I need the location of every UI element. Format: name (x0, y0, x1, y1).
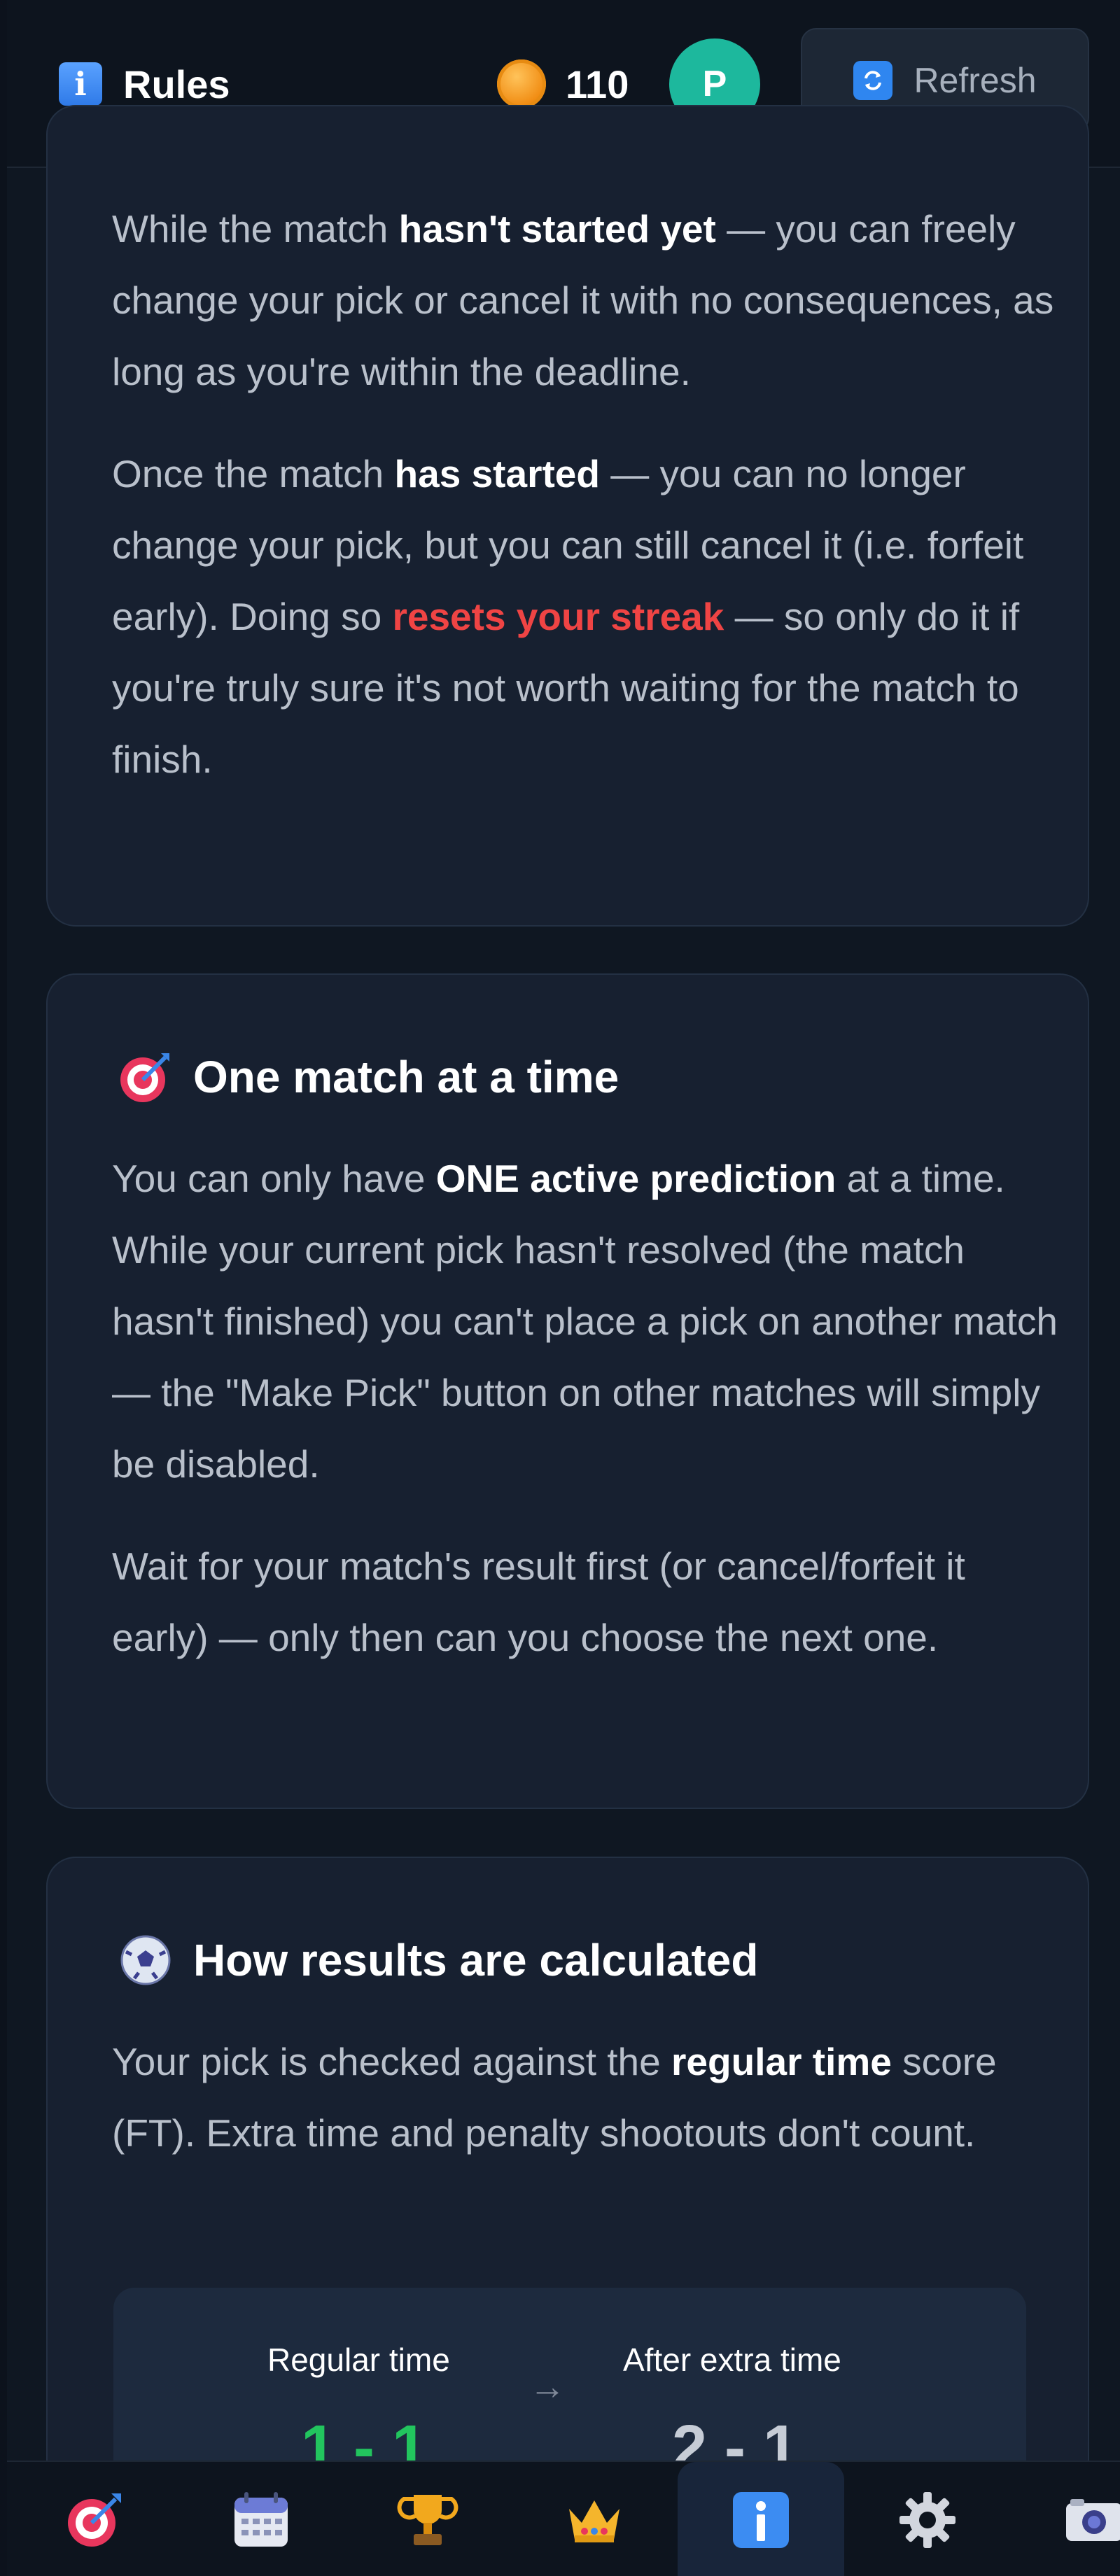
info-icon: i (59, 62, 102, 106)
rules-card-changing-pick: While the match hasn't started yet — you… (46, 105, 1089, 927)
nav-camera[interactable] (1011, 2462, 1120, 2576)
refresh-icon (853, 61, 893, 100)
rules-card-one-match: One match at a time You can only have ON… (46, 973, 1089, 1809)
crown-icon (564, 2489, 625, 2551)
gear-icon (897, 2489, 958, 2551)
nav-calendar[interactable] (178, 2462, 344, 2576)
nav-rules[interactable] (678, 2462, 844, 2576)
coin-balance: 110 (497, 59, 629, 108)
extra-time-label: After extra time (623, 2342, 841, 2378)
streak-warning: resets your streak (392, 595, 724, 638)
nav-predictions[interactable] (11, 2462, 178, 2576)
target-icon (118, 1049, 174, 1105)
card-title-group: How results are calculated (118, 1925, 758, 1995)
nav-leaderboard[interactable] (344, 2462, 511, 2576)
card-title: How results are calculated (193, 1935, 759, 1985)
soccer-ball-icon (118, 1932, 174, 1988)
camera-icon (1063, 2489, 1120, 2551)
nav-settings[interactable] (844, 2462, 1011, 2576)
calendar-icon (230, 2489, 292, 2551)
nav-ranks[interactable] (511, 2462, 678, 2576)
rule-paragraph: Your pick is checked against the regular… (112, 2040, 997, 2155)
target-icon (64, 2489, 125, 2551)
rule-paragraph: While the match hasn't started yet — you… (112, 207, 1054, 393)
coin-count: 110 (566, 62, 629, 106)
rule-paragraph: You can only have ONE active prediction … (112, 1157, 1058, 1486)
coin-icon (497, 59, 546, 108)
rule-paragraph: Wait for your match's result first (or c… (112, 1544, 965, 1659)
refresh-label: Refresh (913, 61, 1037, 100)
page-title: Rules (123, 62, 230, 106)
info-icon (730, 2489, 792, 2551)
page-title-group: i Rules (59, 59, 230, 109)
bottom-nav (7, 2461, 1120, 2576)
app-root: i Rules 110 P Refresh While the match ha… (7, 0, 1120, 2576)
card-title-group: One match at a time (118, 1042, 619, 1112)
rule-paragraph: Once the match has started — you can no … (112, 452, 1024, 781)
card-title: One match at a time (193, 1052, 620, 1102)
trophy-icon (397, 2489, 458, 2551)
regular-time-label: Regular time (267, 2342, 450, 2378)
score-arrow: → (529, 2367, 566, 2407)
